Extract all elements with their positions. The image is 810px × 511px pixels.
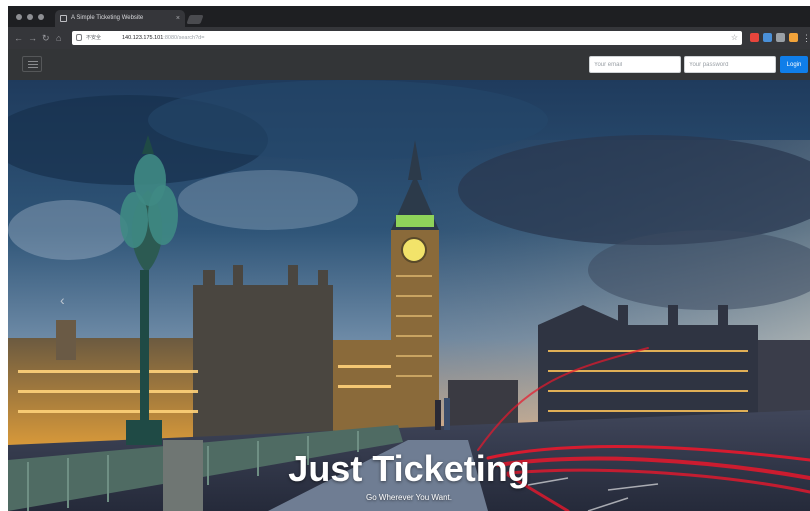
- url-path: :8080/search?d=: [163, 35, 205, 41]
- address-bar[interactable]: 不安全 140.123.175.101:8080/search?d= ☆: [72, 31, 742, 45]
- extension-blue-icon[interactable]: [763, 33, 772, 42]
- extension-grey-icon[interactable]: [776, 33, 785, 42]
- tab-close-icon[interactable]: ×: [176, 10, 180, 27]
- hamburger-bar: [28, 64, 38, 65]
- hero-subtitle: Go Wherever You Want.: [366, 493, 452, 502]
- bookmark-star-icon[interactable]: ☆: [731, 31, 738, 45]
- forward-icon[interactable]: →: [28, 32, 37, 44]
- browser-menu-icon[interactable]: ⋮: [802, 32, 810, 44]
- url-text: 140.123.175.101:8080/search?d=: [122, 31, 204, 45]
- tab-strip: A Simple Ticketing Website ×: [8, 6, 810, 27]
- browser-tab[interactable]: A Simple Ticketing Website ×: [55, 10, 185, 27]
- menu-toggle-button[interactable]: [22, 56, 42, 72]
- hamburger-bar: [28, 67, 38, 68]
- window-minimize-dot[interactable]: [27, 14, 33, 20]
- browser-toolbar: ← → ↻ ⌂ 不安全 140.123.175.101:8080/search?…: [8, 27, 810, 49]
- hero-title: Just Ticketing: [288, 448, 530, 489]
- browser-window: A Simple Ticketing Website × ← → ↻ ⌂ 不安全…: [8, 6, 810, 511]
- extension-orange-icon[interactable]: [789, 33, 798, 42]
- security-label: 不安全: [86, 35, 102, 41]
- extension-red-icon[interactable]: [750, 33, 759, 42]
- url-host: 140.123.175.101: [122, 35, 164, 41]
- hero-image: [8, 80, 810, 511]
- hero-carousel: ‹ Just Ticketing Go Wherever You Want.: [8, 80, 810, 511]
- carousel-prev-arrow[interactable]: ‹: [60, 292, 65, 308]
- site-navbar: Login: [8, 49, 810, 80]
- page-favicon-icon: [60, 15, 67, 22]
- window-zoom-dot[interactable]: [38, 14, 44, 20]
- window-close-dot[interactable]: [16, 14, 22, 20]
- home-icon[interactable]: ⌂: [56, 32, 61, 44]
- reload-icon[interactable]: ↻: [42, 32, 50, 44]
- password-input[interactable]: [684, 56, 776, 73]
- new-tab-button[interactable]: [186, 15, 204, 24]
- back-icon[interactable]: ←: [14, 32, 23, 44]
- web-page: Login: [8, 49, 810, 511]
- email-input[interactable]: [589, 56, 681, 73]
- insecure-info-icon[interactable]: [76, 34, 82, 41]
- login-button[interactable]: Login: [780, 56, 808, 73]
- tab-title: A Simple Ticketing Website: [71, 15, 144, 21]
- hamburger-bar: [28, 61, 38, 62]
